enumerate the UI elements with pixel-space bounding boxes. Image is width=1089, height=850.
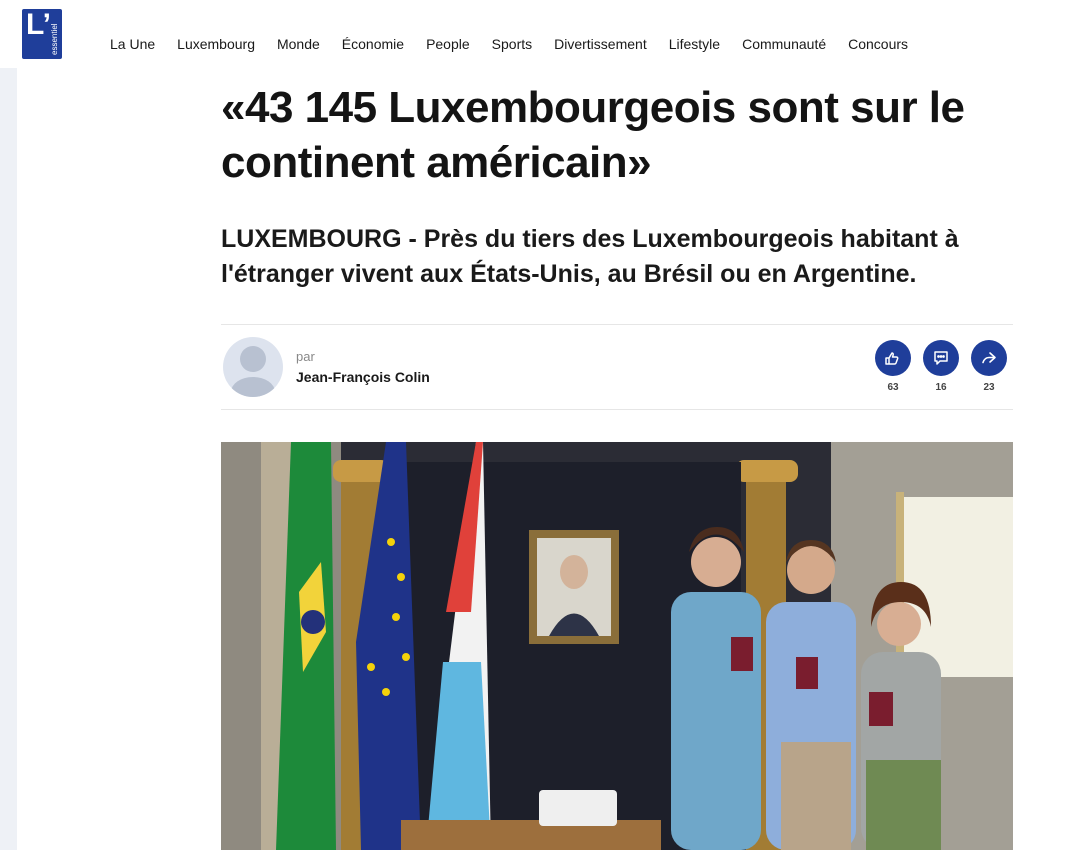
nav-item-sports[interactable]: Sports xyxy=(492,36,532,52)
article-lead: LUXEMBOURG - Près du tiers des Luxembour… xyxy=(221,225,959,288)
main-nav: La Une Luxembourg Monde Économie People … xyxy=(110,36,930,52)
nav-item-la-une[interactable]: La Une xyxy=(110,36,155,52)
reactions-icon xyxy=(875,340,911,376)
nav-item-concours[interactable]: Concours xyxy=(848,36,908,52)
site-logo[interactable]: L’ essentiel xyxy=(22,9,62,59)
share-icon xyxy=(971,340,1007,376)
nav-item-monde[interactable]: Monde xyxy=(277,36,320,52)
share-button[interactable]: 23 xyxy=(971,340,1007,393)
nav-item-communaute[interactable]: Communauté xyxy=(742,36,826,52)
divider xyxy=(221,409,1013,410)
article-photo[interactable] xyxy=(221,442,1013,850)
logo-word: essentiel xyxy=(50,23,59,55)
comments-icon xyxy=(923,340,959,376)
author-name[interactable]: Jean-François Colin xyxy=(296,369,430,385)
reactions-count: 63 xyxy=(887,382,899,393)
reactions-button[interactable]: 63 xyxy=(875,340,911,393)
site-header: L’ essentiel La Une Luxembourg Monde Éco… xyxy=(0,0,1089,68)
nav-item-lifestyle[interactable]: Lifestyle xyxy=(669,36,720,52)
photo-illustration xyxy=(221,442,1013,850)
nav-item-divertissement[interactable]: Divertissement xyxy=(554,36,647,52)
divider xyxy=(221,324,1013,325)
left-gutter xyxy=(0,68,17,850)
nav-item-people[interactable]: People xyxy=(426,36,470,52)
article-title: «43 145 Luxembourgeois sont sur le conti… xyxy=(221,83,965,187)
byline-prefix: par xyxy=(296,349,315,364)
comments-button[interactable]: 16 xyxy=(923,340,959,393)
comments-count: 16 xyxy=(935,382,947,393)
nav-item-luxembourg[interactable]: Luxembourg xyxy=(177,36,255,52)
logo-letter: L’ xyxy=(26,9,52,41)
share-count: 23 xyxy=(983,382,995,393)
author-avatar xyxy=(223,337,283,397)
nav-item-economie[interactable]: Économie xyxy=(342,36,404,52)
